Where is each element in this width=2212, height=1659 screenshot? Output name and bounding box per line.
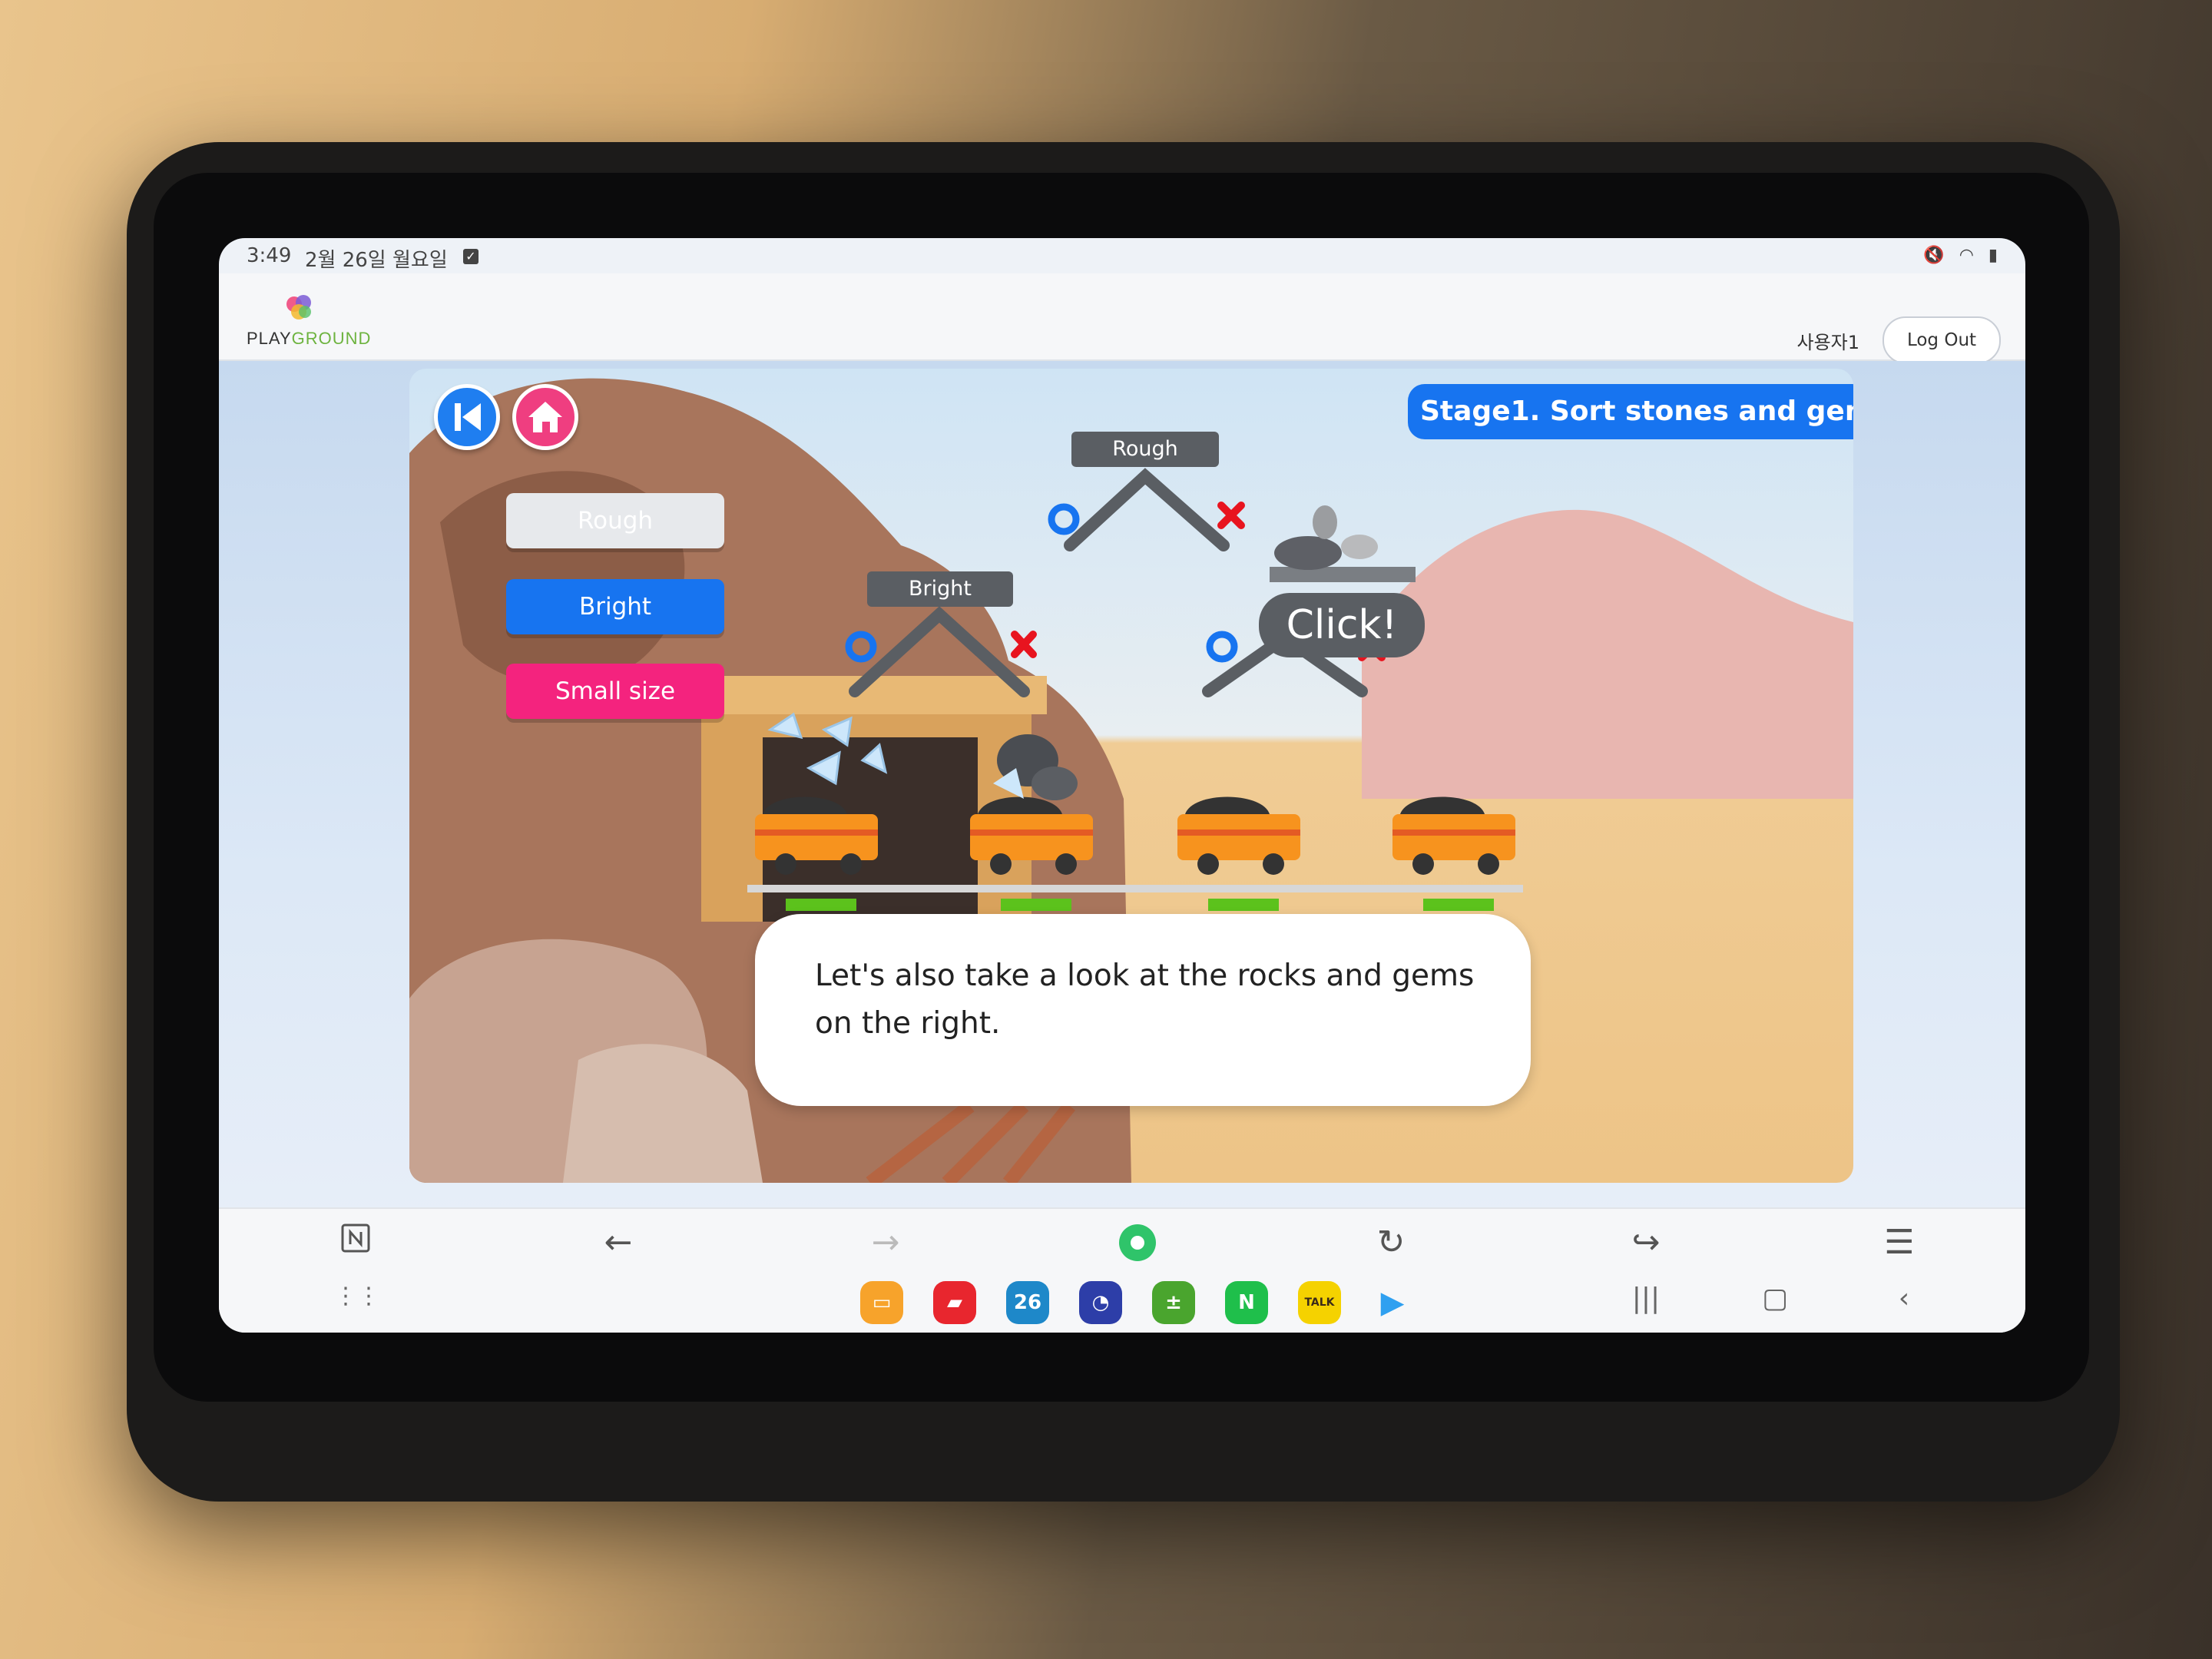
refresh-icon[interactable]: ↻ — [1369, 1221, 1412, 1264]
naver-app-icon[interactable]: N — [1225, 1281, 1268, 1324]
calculator-app-icon[interactable]: ± — [1152, 1281, 1195, 1324]
forward-arrow-icon[interactable]: → — [864, 1221, 907, 1264]
stage-title: Stage1. Sort stones and gems! — [1408, 384, 1853, 439]
click-yes-marker — [1206, 631, 1238, 663]
stone-platform — [1270, 567, 1416, 582]
dialog-box[interactable]: Let's also take a look at the rocks and … — [755, 914, 1531, 1106]
menu-icon[interactable]: ☰ — [1878, 1221, 1921, 1264]
status-time: 3:49 — [247, 244, 292, 267]
node-label-bright[interactable]: Bright — [867, 571, 1013, 607]
system-icons: 🔇 ◠ ▮ — [1923, 246, 2002, 265]
calendar-app-icon[interactable]: 26 — [1006, 1281, 1049, 1324]
browser-toolbar: ← → ↻ ↪ ☰ — [219, 1207, 2025, 1278]
pink-hill — [1362, 509, 1853, 799]
playground-logo[interactable]: PLAYGROUND — [247, 329, 371, 349]
filter-small-size-button[interactable]: Small size — [506, 664, 724, 719]
clock-app-icon[interactable]: ◔ — [1079, 1281, 1122, 1324]
filter-rough-button[interactable]: Rough — [506, 493, 724, 548]
stone-small — [1313, 505, 1337, 539]
rough-yes-marker — [1048, 503, 1080, 535]
recents-nav-icon[interactable]: ||| — [1624, 1283, 1667, 1314]
skip-back-icon — [455, 403, 481, 431]
logo-text-ground: GROUND — [291, 329, 372, 348]
app-header: PLAYGROUND 사용자1 Log Out — [219, 273, 2025, 364]
bright-no-marker — [1011, 631, 1037, 658]
back-arrow-icon[interactable]: ← — [597, 1221, 640, 1264]
app-grid-icon[interactable]: ⋮⋮ — [334, 1283, 380, 1310]
game-canvas[interactable]: Rough Bright Small size Stage1. Sort sto… — [409, 369, 1853, 1183]
home-button[interactable] — [512, 384, 578, 450]
user-name: 사용자1 — [1796, 332, 1859, 353]
notification-check-icon: ✓ — [463, 249, 478, 264]
rough-no-marker — [1217, 502, 1245, 529]
filter-bright-button[interactable]: Bright — [506, 579, 724, 634]
cart-3 — [1177, 796, 1300, 911]
stone-light — [1341, 535, 1378, 559]
node-label-rough[interactable]: Rough — [1071, 432, 1219, 467]
rail-track — [747, 885, 1523, 892]
cart-4 — [1392, 796, 1515, 911]
rough-node-branch — [1064, 468, 1230, 551]
back-button[interactable] — [434, 384, 500, 450]
click-prompt[interactable]: Click! — [1259, 593, 1425, 657]
dialog-text: Let's also take a look at the rocks and … — [815, 959, 1475, 1041]
green-dot-icon[interactable] — [1116, 1221, 1159, 1264]
stone-dark — [1274, 536, 1342, 570]
tablet-screen: 3:49 2월 26일 월요일 ✓ 🔇 ◠ ▮ PLAYGROUND 사용자1 … — [219, 238, 2025, 1333]
status-bar: 3:49 2월 26일 월요일 ✓ 🔇 ◠ ▮ — [219, 238, 2025, 273]
kakaotalk-app-icon[interactable]: TALK — [1298, 1281, 1341, 1324]
back-nav-icon[interactable]: ‹ — [1883, 1283, 1926, 1314]
taskbar-dock: ⋮⋮ ▭ ▰ 26 ◔ ± N TALK ▶ ||| ▢ ‹ — [219, 1277, 2025, 1333]
naver-square-icon[interactable] — [334, 1221, 377, 1264]
play-store-app-icon[interactable]: ▶ — [1371, 1281, 1414, 1324]
share-icon[interactable]: ↪ — [1624, 1221, 1667, 1264]
logo-text-play: PLAY — [247, 329, 292, 348]
logout-button[interactable]: Log Out — [1883, 316, 2001, 364]
playground-logo-icon — [286, 295, 311, 320]
status-date: 2월 26일 월요일 — [305, 249, 448, 272]
home-nav-icon[interactable]: ▢ — [1753, 1283, 1796, 1314]
home-icon — [528, 402, 562, 432]
folder-app-icon[interactable]: ▭ — [860, 1281, 903, 1324]
notes-app-icon[interactable]: ▰ — [933, 1281, 976, 1324]
